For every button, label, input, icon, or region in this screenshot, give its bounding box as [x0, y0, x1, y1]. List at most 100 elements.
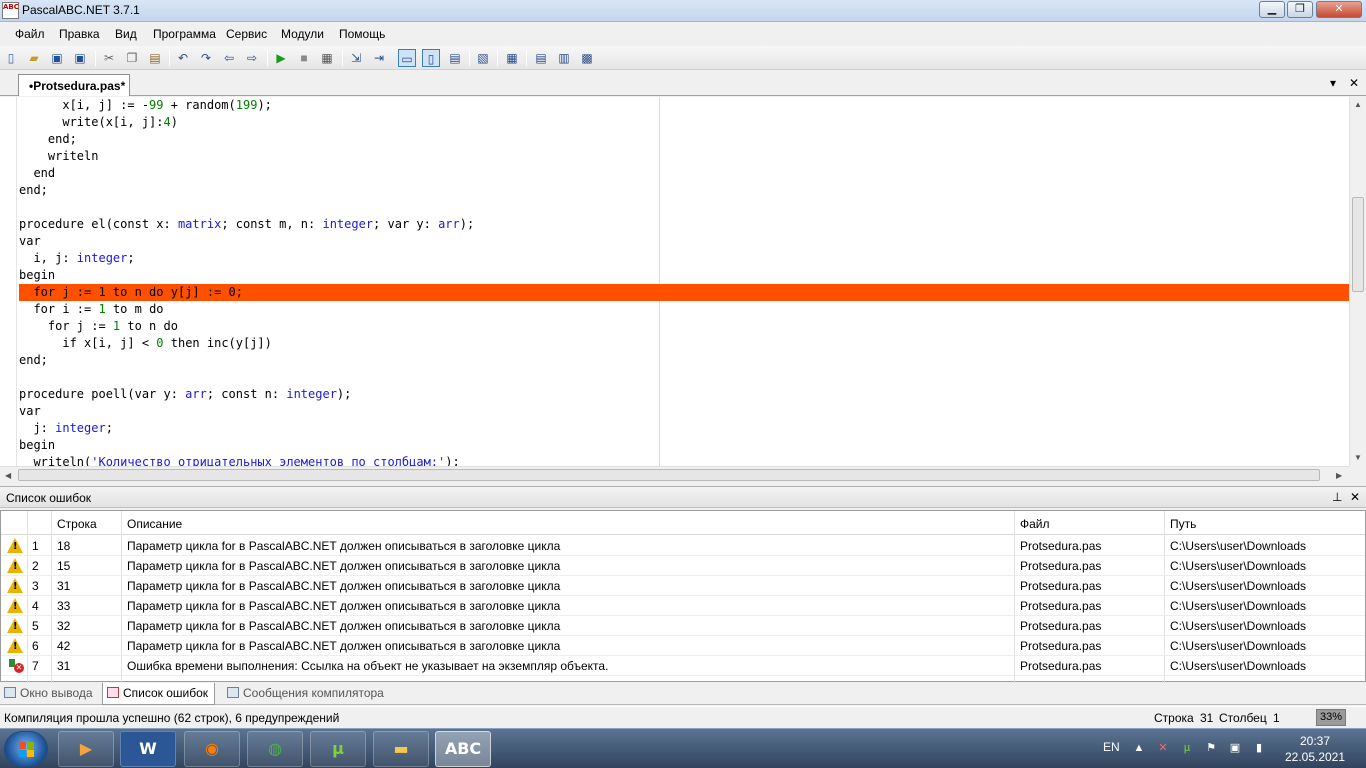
copy-icon[interactable]: ❐	[123, 49, 141, 67]
firefox-icon[interactable]: ◉	[184, 731, 240, 767]
code-line[interactable]: writeln	[19, 148, 1349, 165]
error-row[interactable]: 5 32 Параметр цикла for в PascalABC.NET до…	[1, 616, 1365, 636]
step-over-icon[interactable]: ⇥	[370, 49, 388, 67]
code-line[interactable]: begin	[19, 437, 1349, 454]
code-line[interactable]: if x[i, j] < 0 then inc(y[j])	[19, 335, 1349, 352]
minimize-button[interactable]: ▁	[1259, 1, 1285, 18]
maximize-button[interactable]: ❐	[1287, 1, 1313, 18]
menu-file[interactable]: Файл	[15, 27, 45, 41]
media-player-icon[interactable]: ▶	[58, 731, 114, 767]
code-line[interactable]: procedure el(const x: matrix; const m, n…	[19, 216, 1349, 233]
open-icon[interactable]: ▰	[25, 49, 43, 67]
stop-icon[interactable]: ■	[295, 49, 313, 67]
scroll-left-icon[interactable]: ◀	[5, 471, 11, 480]
menu-view[interactable]: Вид	[115, 27, 137, 41]
menu-help[interactable]: Помощь	[339, 27, 385, 41]
scroll-down-icon[interactable]: ▼	[1354, 453, 1362, 462]
save-all-icon[interactable]: ▣	[71, 49, 89, 67]
code-line[interactable]: end;	[19, 131, 1349, 148]
network-icon[interactable]: ▣	[1229, 742, 1241, 754]
column-header-description[interactable]: Описание	[127, 517, 182, 531]
editor-gutter[interactable]	[0, 97, 17, 466]
column-header-path[interactable]: Путь	[1170, 517, 1196, 531]
code-line[interactable]: procedure poell(var y: arr; const n: int…	[19, 386, 1349, 403]
new-file-icon[interactable]: ▯	[2, 49, 20, 67]
save-icon[interactable]: ▣	[48, 49, 66, 67]
menu-service[interactable]: Сервис	[226, 27, 267, 41]
vertical-scroll-thumb[interactable]	[1352, 197, 1364, 292]
code-line[interactable]: writeln('Количество отрицательных элемен…	[19, 454, 1349, 466]
format-icon[interactable]: ▦	[503, 49, 521, 67]
code-line[interactable]	[19, 369, 1349, 386]
title-bar[interactable]: ABC PascalABC.NET 3.7.1 ▁ ❐ ✕	[0, 0, 1366, 22]
scroll-up-icon[interactable]: ▲	[1354, 100, 1362, 109]
code-line[interactable]: for j := 1 to n do	[19, 318, 1349, 335]
utorrent-tray-icon[interactable]: µ	[1181, 742, 1193, 754]
action-center-flag-icon[interactable]: ⚑	[1205, 742, 1217, 754]
zoom-level[interactable]: 33%	[1316, 709, 1346, 726]
vertical-scrollbar[interactable]: ▲ ▼	[1349, 97, 1366, 466]
errors-window-icon[interactable]: ▯	[422, 49, 440, 67]
column-header-line[interactable]: Строка	[57, 517, 97, 531]
error-row[interactable]: 6 42 Параметр цикла for в PascalABC.NET до…	[1, 636, 1365, 656]
menu-program[interactable]: Программа	[153, 27, 216, 41]
tab-list-dropdown-icon[interactable]: ▾	[1330, 76, 1336, 90]
tab-compiler-messages[interactable]: Сообщения компилятора	[227, 686, 384, 700]
code-line[interactable]: for i := 1 to m do	[19, 301, 1349, 318]
block-icon-2[interactable]: ▥	[555, 49, 573, 67]
cut-icon[interactable]: ✂	[100, 49, 118, 67]
pascalabc-taskbar-icon[interactable]: ABC	[435, 731, 491, 767]
scroll-right-icon[interactable]: ▶	[1336, 471, 1342, 480]
undo-icon[interactable]: ↶	[174, 49, 192, 67]
volume-muted-icon[interactable]: ✕	[1157, 742, 1169, 754]
block-icon-3[interactable]: ▩	[578, 49, 596, 67]
horizontal-scroll-thumb[interactable]	[18, 469, 1320, 481]
code-line[interactable]	[19, 199, 1349, 216]
menu-edit[interactable]: Правка	[59, 27, 100, 41]
watch-icon[interactable]: ▤	[446, 49, 464, 67]
code-line[interactable]: write(x[i, j]:4)	[19, 114, 1349, 131]
code-line[interactable]: j: integer;	[19, 420, 1349, 437]
code-line[interactable]: x[i, j] := -99 + random(199);	[19, 97, 1349, 114]
tab-error-list[interactable]: Список ошибок	[102, 683, 216, 705]
step-into-icon[interactable]: ⇲	[347, 49, 365, 67]
error-row[interactable]: 1 18 Параметр цикла for в PascalABC.NET до…	[1, 536, 1365, 556]
start-button[interactable]	[4, 731, 48, 767]
block-icon-1[interactable]: ▤	[532, 49, 550, 67]
code-line[interactable]: var	[19, 233, 1349, 250]
code-line[interactable]: var	[19, 403, 1349, 420]
navigate-back-icon[interactable]: ⇦	[220, 49, 238, 67]
word-icon[interactable]: W	[120, 731, 176, 767]
taskbar-clock[interactable]: 20:37 22.05.2021	[1284, 733, 1346, 765]
code-line[interactable]: i, j: integer;	[19, 250, 1349, 267]
chrome-icon[interactable]: ◍	[247, 731, 303, 767]
panel-close-icon[interactable]: ✕	[1350, 490, 1360, 504]
navigate-forward-icon[interactable]: ⇨	[243, 49, 261, 67]
tab-output-window[interactable]: Окно вывода	[4, 686, 93, 700]
column-header-file[interactable]: Файл	[1020, 517, 1050, 531]
compile-icon[interactable]: ▦	[318, 49, 336, 67]
app-icon[interactable]: ABC	[2, 2, 19, 19]
show-hidden-icons-icon[interactable]: ▲	[1133, 742, 1145, 754]
utorrent-icon[interactable]: µ	[310, 731, 366, 767]
code-line[interactable]: end;	[19, 352, 1349, 369]
paste-icon[interactable]: ▤	[146, 49, 164, 67]
debug-icon[interactable]: ▧	[474, 49, 492, 67]
signal-icon[interactable]: ▮	[1253, 742, 1265, 754]
tab-protsedura[interactable]: •Protsedura.pas*	[18, 74, 130, 96]
code-line[interactable]: begin	[19, 267, 1349, 284]
error-list-grid[interactable]: Строка Описание Файл Путь 1 18 Параметр ци…	[0, 510, 1366, 683]
code-editor[interactable]: x[i, j] := -99 + random(199); write(x[i,…	[0, 97, 1366, 466]
error-row[interactable]: 3 31 Параметр цикла for в PascalABC.NET до…	[1, 576, 1365, 596]
code-line[interactable]: end;	[19, 182, 1349, 199]
pin-icon[interactable]: ⊥	[1332, 490, 1342, 504]
tab-close-icon[interactable]: ✕	[1349, 76, 1359, 90]
error-row[interactable]: ✕ 7 31 Ошибка времени выполнения: Ссылка на…	[1, 656, 1365, 676]
code-line[interactable]: for j := 1 to n do y[j] := 0;	[19, 284, 1349, 301]
horizontal-scrollbar[interactable]: ◀ ▶	[0, 466, 1349, 483]
redo-icon[interactable]: ↷	[197, 49, 215, 67]
menu-modules[interactable]: Модули	[281, 27, 324, 41]
code-text[interactable]: x[i, j] := -99 + random(199); write(x[i,…	[19, 97, 1349, 466]
run-icon[interactable]: ▶	[272, 49, 290, 67]
error-row[interactable]: 4 33 Параметр цикла for в PascalABC.NET до…	[1, 596, 1365, 616]
